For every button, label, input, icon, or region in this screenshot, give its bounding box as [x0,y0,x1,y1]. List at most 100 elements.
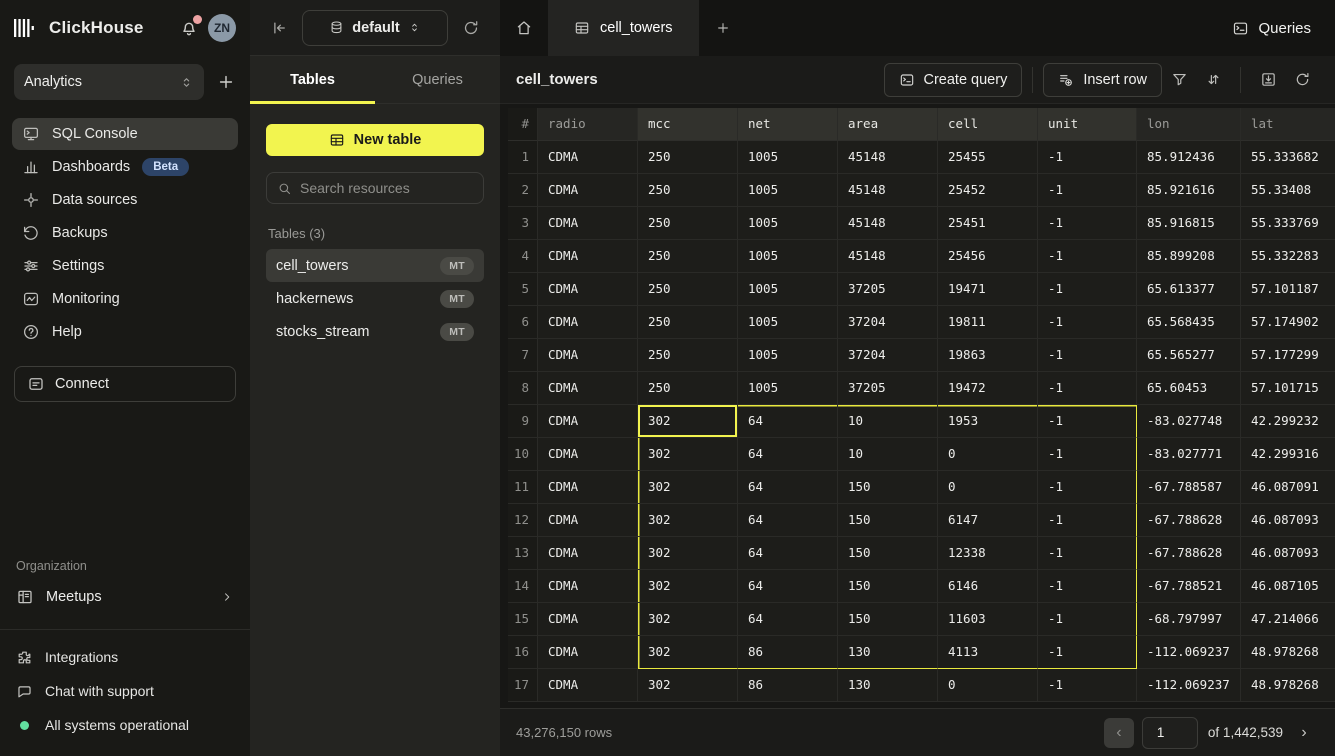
sidebar-item-backups[interactable]: Backups [12,217,238,249]
row-number-cell[interactable]: 10 [508,438,538,471]
data-cell[interactable]: 46.087093 [1241,504,1335,537]
data-cell[interactable]: 6146 [938,570,1038,603]
row-number-cell[interactable]: 12 [508,504,538,537]
data-cell[interactable]: 25455 [938,141,1038,174]
tab-cell-towers[interactable]: cell_towers [548,0,699,56]
data-cell[interactable]: -1 [1038,372,1137,405]
data-cell[interactable]: 64 [738,603,838,636]
row-number-cell[interactable]: 9 [508,405,538,438]
data-cell[interactable]: 150 [838,471,938,504]
new-table-button[interactable]: New table [266,124,484,156]
data-cell[interactable]: -1 [1038,504,1137,537]
data-cell[interactable]: 64 [738,405,838,438]
data-cell[interactable]: 1005 [738,240,838,273]
data-cell[interactable]: -67.788587 [1137,471,1241,504]
download-button[interactable] [1251,63,1285,97]
data-cell[interactable]: CDMA [538,603,638,636]
data-cell[interactable]: 250 [638,306,738,339]
data-cell[interactable]: 48.978268 [1241,669,1335,702]
data-cell[interactable]: -67.788628 [1137,504,1241,537]
data-cell[interactable]: -1 [1038,141,1137,174]
data-cell[interactable]: 19472 [938,372,1038,405]
data-cell[interactable]: 1953 [938,405,1038,438]
data-cell[interactable]: -67.788628 [1137,537,1241,570]
data-cell[interactable]: 1005 [738,372,838,405]
data-cell[interactable]: 0 [938,471,1038,504]
data-cell[interactable]: 19471 [938,273,1038,306]
home-button[interactable] [500,0,548,56]
row-number-cell[interactable]: 15 [508,603,538,636]
data-cell[interactable]: CDMA [538,339,638,372]
new-tab-button[interactable] [699,0,747,56]
data-cell[interactable]: 0 [938,438,1038,471]
data-cell[interactable]: 45148 [838,240,938,273]
page-number-input[interactable] [1142,717,1198,749]
column-header-mcc[interactable]: mcc [638,108,738,141]
data-cell[interactable]: 65.565277 [1137,339,1241,372]
sidebar-item-help[interactable]: Help [12,316,238,348]
data-cell[interactable]: 130 [838,636,938,669]
data-cell[interactable]: -1 [1038,636,1137,669]
data-cell[interactable]: 37205 [838,273,938,306]
sidebar-item-data-sources[interactable]: Data sources [12,184,238,216]
data-cell[interactable]: 64 [738,438,838,471]
data-cell[interactable]: 37204 [838,339,938,372]
data-cell[interactable]: -1 [1038,438,1137,471]
connect-button[interactable]: Connect [14,366,236,402]
row-number-cell[interactable]: 7 [508,339,538,372]
data-cell[interactable]: -83.027771 [1137,438,1241,471]
data-cell[interactable]: 19863 [938,339,1038,372]
data-cell[interactable]: 12338 [938,537,1038,570]
tab-tables[interactable]: Tables [250,56,375,103]
data-cell[interactable]: 45148 [838,207,938,240]
data-cell[interactable]: -1 [1038,306,1137,339]
sidebar-item-sql-console[interactable]: SQL Console [12,118,238,150]
add-workspace-button[interactable] [216,72,236,92]
search-input[interactable] [300,180,481,196]
data-cell[interactable]: 250 [638,174,738,207]
data-cell[interactable]: 57.101187 [1241,273,1335,306]
row-number-cell[interactable]: 4 [508,240,538,273]
data-cell[interactable]: 150 [838,570,938,603]
create-query-button[interactable]: Create query [884,63,1023,97]
row-number-cell[interactable]: 11 [508,471,538,504]
data-cell[interactable]: 48.978268 [1241,636,1335,669]
data-cell[interactable]: 25451 [938,207,1038,240]
data-cell[interactable]: 85.899208 [1137,240,1241,273]
data-cell[interactable]: 1005 [738,339,838,372]
data-cell[interactable]: 1005 [738,306,838,339]
data-cell[interactable]: 57.101715 [1241,372,1335,405]
data-cell[interactable]: 65.568435 [1137,306,1241,339]
queries-button[interactable]: Queries [1208,0,1335,56]
data-cell[interactable]: 150 [838,537,938,570]
data-cell[interactable]: 55.33408 [1241,174,1335,207]
data-cell[interactable]: 86 [738,636,838,669]
row-number-cell[interactable]: 13 [508,537,538,570]
data-cell[interactable]: 37205 [838,372,938,405]
data-cell[interactable]: 302 [638,636,738,669]
sidebar-item-chat-with-support[interactable]: Chat with support [16,676,234,706]
data-cell[interactable]: 55.333682 [1241,141,1335,174]
data-cell[interactable]: -1 [1038,240,1137,273]
data-cell[interactable]: 25452 [938,174,1038,207]
tab-queries[interactable]: Queries [375,56,500,103]
data-cell[interactable]: 302 [638,471,738,504]
data-cell[interactable]: -67.788521 [1137,570,1241,603]
previous-page-button[interactable]: ‹ [1104,718,1134,748]
data-cell[interactable]: -112.069237 [1137,669,1241,702]
data-cell[interactable]: 25456 [938,240,1038,273]
data-cell[interactable]: 64 [738,504,838,537]
data-cell[interactable]: 85.916815 [1137,207,1241,240]
row-number-cell[interactable]: 14 [508,570,538,603]
data-cell[interactable]: CDMA [538,537,638,570]
column-header-net[interactable]: net [738,108,838,141]
column-header-radio[interactable]: radio [538,108,638,141]
data-cell[interactable]: 46.087093 [1241,537,1335,570]
data-cell[interactable]: 65.60453 [1137,372,1241,405]
data-cell[interactable]: CDMA [538,405,638,438]
data-cell[interactable]: 302 [638,537,738,570]
row-number-cell[interactable]: 3 [508,207,538,240]
data-cell[interactable]: 42.299316 [1241,438,1335,471]
column-header-cell[interactable]: cell [938,108,1038,141]
data-cell[interactable]: 150 [838,504,938,537]
